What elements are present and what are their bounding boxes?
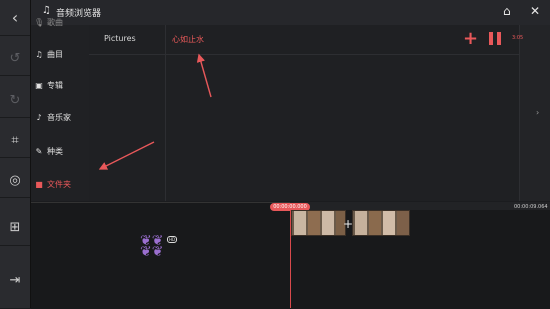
- right-scroll-column: [519, 25, 550, 201]
- header-bar: [31, 0, 550, 25]
- sidebar-item-songs[interactable]: 🎙 歌曲: [31, 15, 89, 29]
- sidebar-item-label: 专辑: [47, 80, 63, 90]
- sticker-badge: HD: [167, 236, 178, 243]
- breadcrumb: [89, 25, 519, 55]
- video-clip[interactable]: [291, 210, 346, 236]
- add-transition-icon[interactable]: +: [343, 217, 353, 231]
- export-icon[interactable]: ⇥: [0, 262, 30, 298]
- back-arrow-icon[interactable]: ‹: [0, 0, 30, 36]
- undo-icon[interactable]: ↺: [0, 42, 30, 76]
- butterfly-sticker[interactable]: ❦❦ ❦❦: [140, 234, 163, 259]
- sidebar-item-genres[interactable]: ✎ 种类: [31, 138, 89, 164]
- sidebar-item-label: 歌曲: [47, 17, 63, 27]
- add-track-button[interactable]: +: [463, 28, 478, 49]
- sidebar-item-folders[interactable]: ■ 文件夹: [31, 171, 89, 197]
- breadcrumb-root[interactable]: Pictures: [104, 34, 136, 43]
- close-icon[interactable]: ✕: [530, 4, 540, 18]
- timeline-ruler[interactable]: [290, 202, 550, 210]
- sidebar-item-label: 种类: [47, 146, 63, 156]
- playhead[interactable]: [290, 210, 291, 308]
- pause-icon-bar: [497, 32, 501, 45]
- split-layer-icon[interactable]: ⊞: [0, 210, 30, 246]
- album-icon: ▣: [35, 80, 43, 90]
- music-note-icon: ♫: [35, 49, 43, 59]
- sidebar-item-label: 音乐家: [47, 112, 71, 122]
- sidebar-item-label: 文件夹: [47, 179, 71, 189]
- store-icon[interactable]: ⌂: [503, 4, 511, 18]
- pause-button[interactable]: [489, 32, 501, 45]
- sidebar-item-label: 曲目: [47, 49, 63, 59]
- sidebar-item-artists[interactable]: ♪ 音乐家: [31, 104, 89, 130]
- pause-icon: [489, 32, 493, 45]
- tool-rail: ‹ ↺ ↻ ⌗ ◎ ⊞ ⇥: [0, 0, 31, 308]
- track-duration: 3:05: [512, 35, 524, 41]
- breadcrumb-current[interactable]: 心如止水: [172, 34, 204, 45]
- crop-frame-icon[interactable]: ⌗: [0, 124, 30, 158]
- artist-icon: ♪: [36, 112, 42, 122]
- sidebar-item-albums[interactable]: ▣ 专辑: [31, 72, 89, 98]
- redo-icon[interactable]: ↻: [0, 84, 30, 118]
- video-clip[interactable]: [352, 210, 410, 236]
- chevron-right-icon[interactable]: ›: [536, 108, 539, 117]
- folder-icon: ■: [35, 179, 43, 189]
- guitar-icon: ✎: [35, 146, 43, 156]
- target-icon[interactable]: ◎: [0, 164, 30, 198]
- category-sidebar: 🎙 歌曲 ♫ 曲目 ▣ 专辑 ♪ 音乐家 ✎ 种类 ■ 文件夹: [31, 18, 89, 201]
- microphone-icon: 🎙: [34, 17, 45, 27]
- end-timecode: 00:00:09.064: [514, 204, 548, 210]
- sidebar-item-tracks[interactable]: ♫ 曲目: [31, 41, 89, 67]
- column-divider: [165, 25, 166, 201]
